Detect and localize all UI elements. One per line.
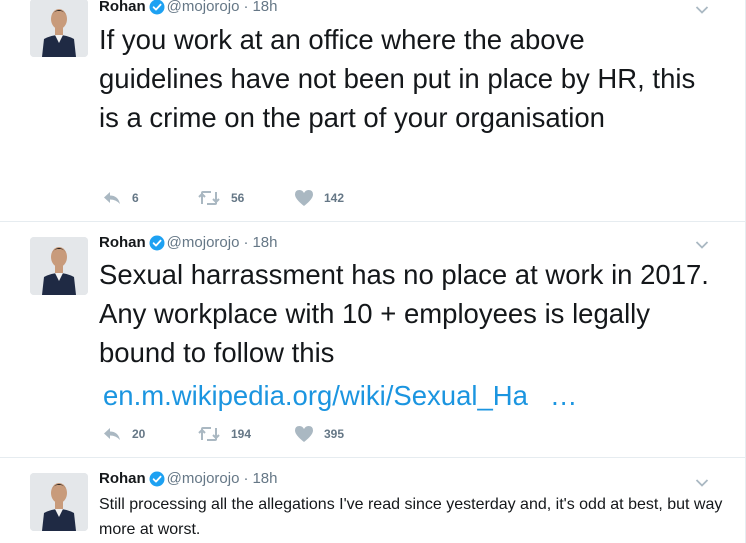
avatar[interactable]: [30, 237, 88, 295]
like-icon: [295, 190, 313, 206]
tweet-text: If you work at an office where the above…: [99, 24, 696, 133]
verified-icon: [149, 471, 165, 487]
author-name[interactable]: Rohan: [99, 234, 146, 251]
reply-button[interactable]: 20: [102, 426, 197, 442]
retweet-button[interactable]: 56: [197, 190, 294, 206]
separator: ·: [243, 470, 249, 487]
timestamp[interactable]: 18h: [252, 0, 277, 15]
caret-down-icon[interactable]: [695, 475, 709, 487]
like-icon: [295, 426, 313, 442]
author-handle[interactable]: @mojorojo: [167, 470, 240, 487]
author-name[interactable]: Rohan: [99, 470, 146, 487]
avatar[interactable]: [30, 0, 88, 57]
tweet-actions: 6 56 142: [102, 189, 344, 207]
tweet[interactable]: Rohan @mojorojo · 18h If you work at an …: [0, 0, 745, 222]
timestamp[interactable]: 18h: [252, 470, 277, 487]
separator: ·: [243, 0, 249, 15]
verified-icon: [149, 0, 165, 15]
tweet-header: Rohan @mojorojo · 18h: [99, 234, 277, 251]
like-button[interactable]: 395: [294, 425, 344, 443]
retweet-count: 194: [231, 427, 252, 441]
tweet-actions: 20 194 395: [102, 425, 344, 443]
link-ellipsis: …: [549, 380, 578, 411]
like-button[interactable]: 142: [294, 189, 344, 207]
author-name[interactable]: Rohan: [99, 0, 146, 15]
reply-count: 20: [132, 427, 146, 441]
author-handle[interactable]: @mojorojo: [167, 234, 240, 251]
like-count: 395: [324, 427, 345, 441]
like-count: 142: [324, 191, 345, 205]
link-text: en.m.wikipedia.org/wiki/Sexual_Ha: [103, 380, 528, 411]
reply-count: 6: [132, 191, 139, 205]
author-handle[interactable]: @mojorojo: [167, 0, 240, 15]
tweet[interactable]: Rohan @mojorojo · 18h Still processing a…: [0, 458, 745, 543]
separator: ·: [243, 234, 249, 251]
tweet-link[interactable]: en.m.wikipedia.org/wiki/Sexual_Ha …: [99, 376, 729, 415]
tweet-header: Rohan @mojorojo · 18h: [99, 0, 277, 15]
reply-icon: [104, 428, 120, 440]
caret-down-icon[interactable]: [695, 2, 709, 14]
timestamp[interactable]: 18h: [252, 234, 277, 251]
reply-button[interactable]: 6: [102, 190, 197, 206]
tweet-text-block: Sexual harrassment has no place at work …: [99, 255, 729, 415]
retweet-button[interactable]: 194: [197, 426, 294, 442]
retweet-count: 56: [231, 191, 245, 205]
avatar[interactable]: [30, 473, 88, 531]
tweet-text: Still processing all the allegations I'v…: [99, 496, 723, 538]
retweet-icon: [198, 191, 220, 205]
tweet-header: Rohan @mojorojo · 18h: [99, 470, 277, 487]
tweet[interactable]: Rohan @mojorojo · 18h Sexual harrassment…: [0, 222, 745, 458]
tweet-text: Sexual harrassment has no place at work …: [99, 259, 709, 368]
verified-icon: [149, 235, 165, 251]
retweet-icon: [198, 427, 220, 441]
reply-icon: [104, 192, 120, 204]
caret-down-icon[interactable]: [695, 237, 709, 249]
